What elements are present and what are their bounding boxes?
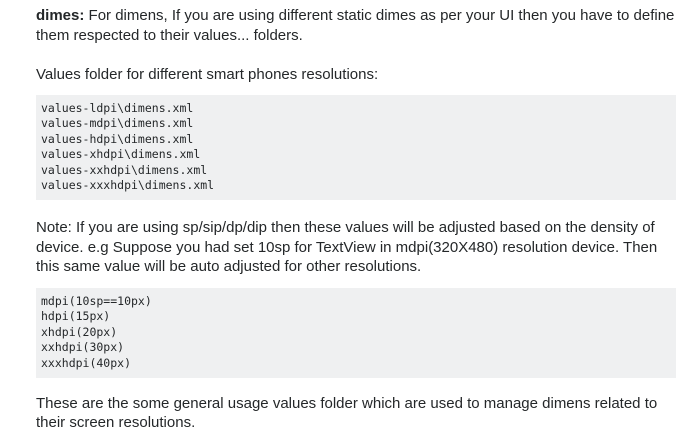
code-line-folder: values-ldpi\dimens.xml	[41, 100, 194, 115]
code-line-density: mdpi(10sp==10px)	[41, 293, 152, 308]
folders-code-block: values-ldpi\dimens.xml values-mdpi\dimens…	[36, 94, 676, 201]
code-line-density: hdpi(15px)	[41, 309, 111, 324]
code-line-folder: values-xxhdpi\dimens.xml	[41, 162, 208, 177]
code-line-folder: values-hdpi\dimens.xml	[41, 131, 194, 146]
answer-body: dimes: For dimens, If you are using diff…	[36, 0, 676, 433]
code-line-folder: values-mdpi\dimens.xml	[41, 116, 194, 131]
intro-paragraph: dimes: For dimens, If you are using diff…	[36, 6, 676, 45]
code-line-folder: values-xhdpi\dimens.xml	[41, 147, 201, 162]
code-line-density: xhdpi(20px)	[41, 324, 118, 339]
note-paragraph: Note: If you are using sp/sip/dp/dip the…	[36, 219, 658, 276]
code-line-density: xxhdpi(30px)	[41, 340, 125, 355]
intro-text: For dimens, If you are using different s…	[36, 7, 675, 44]
densities-code-block: mdpi(10sp==10px) hdpi(15px) xhdpi(20px) xxh…	[36, 287, 676, 378]
intro-term: dimes:	[36, 7, 85, 24]
values-heading: Values folder for different smart phones…	[36, 66, 379, 83]
code-line-folder: values-xxxhdpi\dimens.xml	[41, 178, 215, 193]
code-line-density: xxxhdpi(40px)	[41, 355, 132, 370]
